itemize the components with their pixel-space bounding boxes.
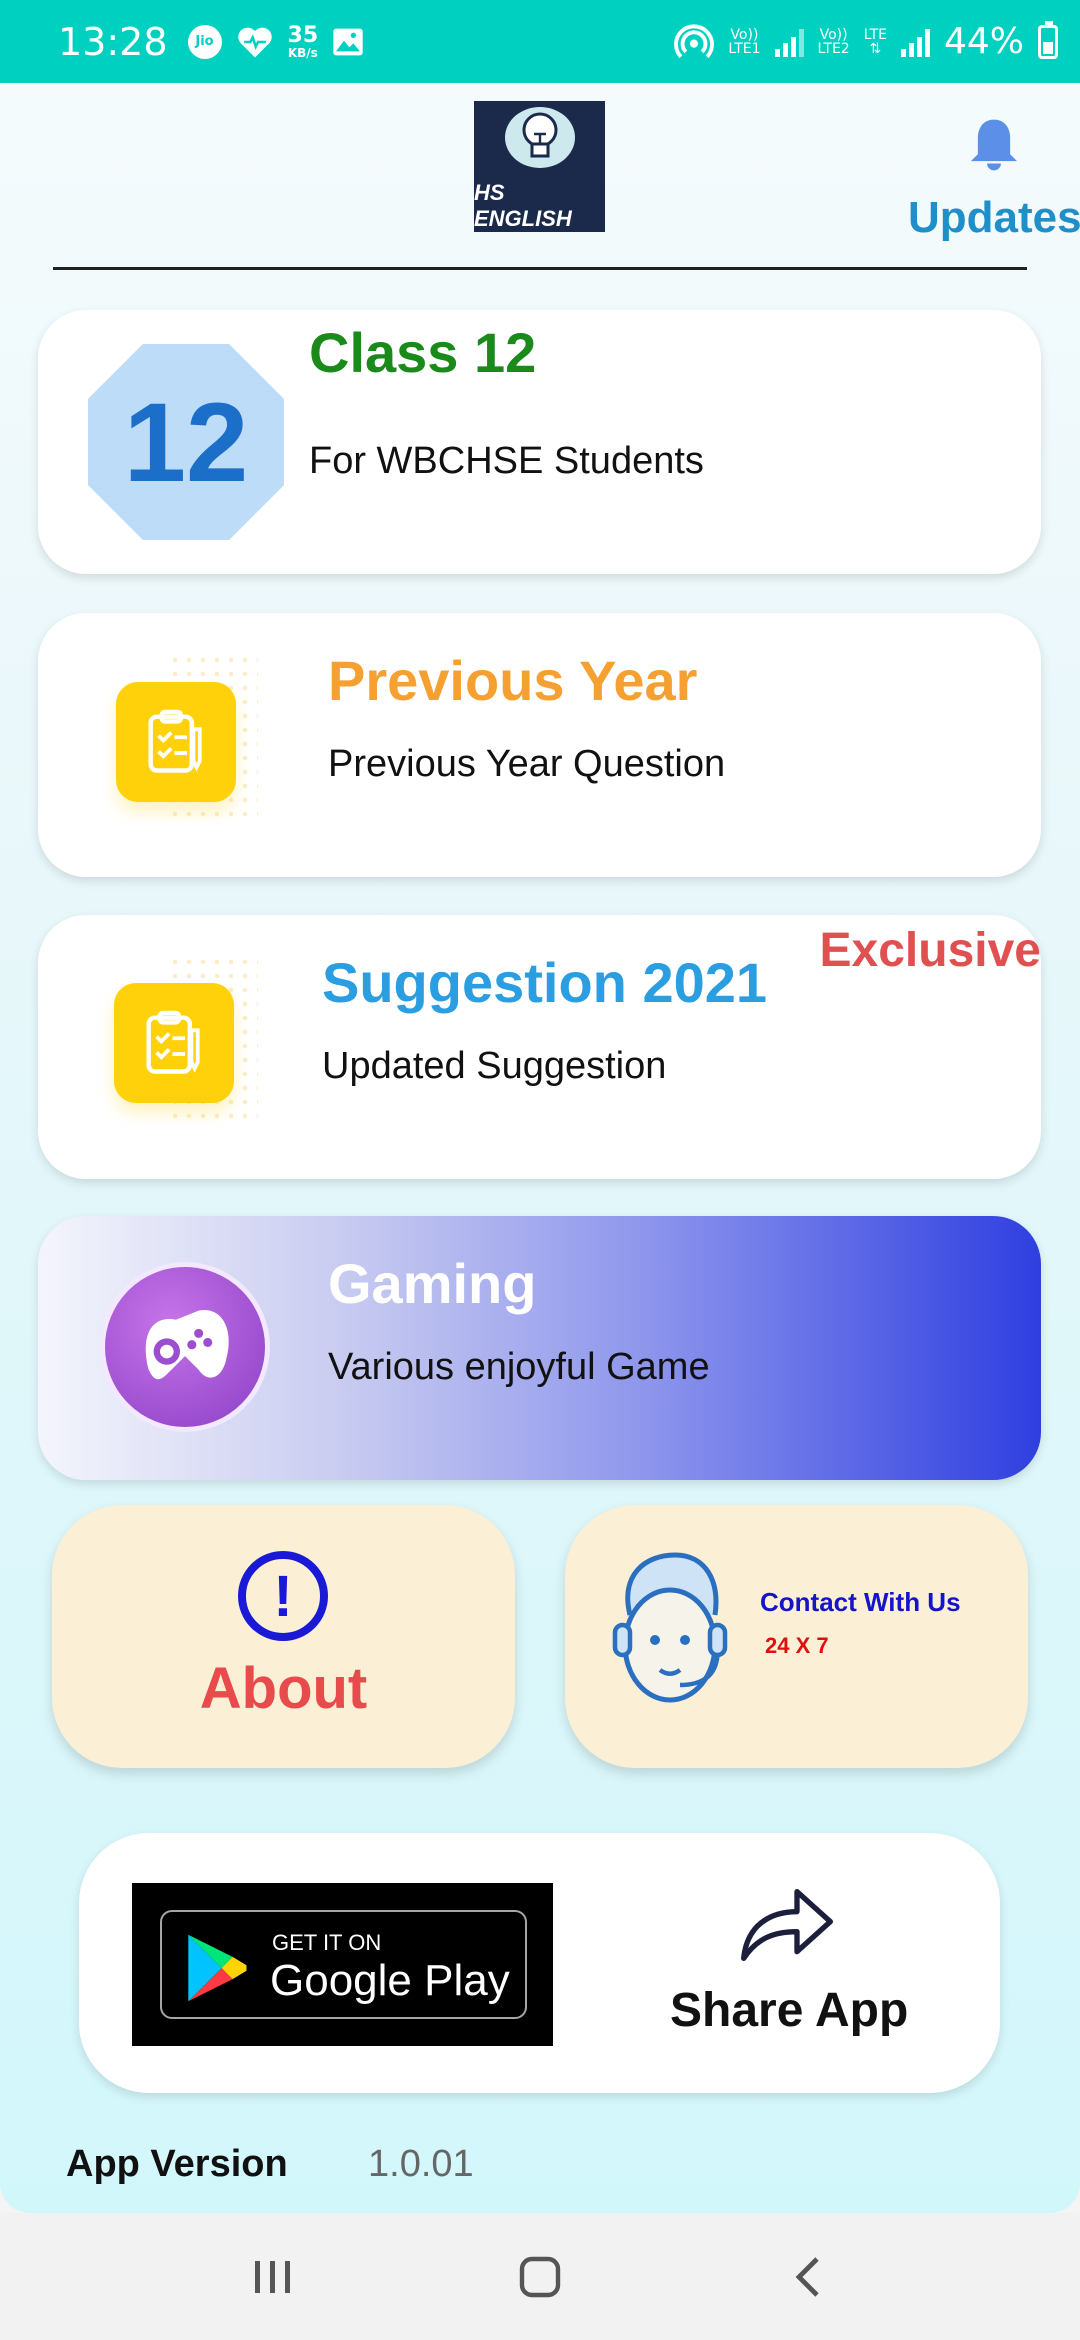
share-card: GET IT ON Google Play Share App: [79, 1833, 1000, 2093]
heart-icon: [236, 25, 274, 59]
sim2-label: Vo)) LTE2: [818, 28, 850, 56]
support-agent-icon: [612, 1552, 728, 1703]
sim1-top: Vo)): [730, 26, 759, 43]
header-divider: [53, 267, 1027, 270]
battery-icon: [1038, 20, 1058, 59]
status-bar: 13:28 Jio 35 KB/s Vo)) LTE1 Vo)) LTE2 LT…: [0, 0, 1080, 83]
app-screen: HS ENGLISH Updates 12 Class 12 For WBCHS…: [0, 83, 1080, 2213]
contact-card[interactable]: Contact With Us 24 X 7: [565, 1505, 1028, 1768]
net-speed: 35 KB/s: [287, 22, 319, 60]
app-version-value: 1.0.01: [368, 2143, 474, 2185]
lightbulb-icon: [504, 107, 575, 168]
gamepad-icon: [100, 1262, 270, 1432]
net-speed-value: 35: [287, 22, 319, 48]
contact-subtitle: 24 X 7: [765, 1633, 829, 1658]
status-time: 13:28: [58, 19, 168, 64]
updates-button[interactable]: Updates: [908, 193, 1080, 243]
data-arrows-icon: ⇅: [869, 40, 882, 57]
clipboard-icon: [114, 983, 234, 1103]
gaming-title: Gaming: [328, 1252, 537, 1315]
class12-title: Class 12: [309, 321, 537, 384]
sim2-bottom: LTE2: [817, 40, 850, 57]
play-badge-frame: GET IT ON Google Play: [160, 1910, 527, 2019]
alert-icon: !: [238, 1551, 328, 1641]
gaming-card[interactable]: Gaming Various enjoyful Game: [38, 1216, 1041, 1480]
image-icon: [332, 27, 364, 57]
sim1-label: Vo)) LTE1: [728, 28, 760, 56]
lte-text: LTE: [863, 26, 887, 43]
app-version-label: App Version: [66, 2143, 288, 2185]
previous-year-title: Previous Year: [328, 649, 698, 712]
sim1-bottom: LTE1: [728, 40, 761, 57]
suggestion-title: Suggestion 2021: [322, 951, 768, 1014]
contact-title: Contact With Us: [760, 1587, 961, 1617]
class12-card[interactable]: 12 Class 12 For WBCHSE Students: [38, 310, 1041, 574]
share-icon[interactable]: [737, 1885, 837, 1965]
previous-year-subtitle: Previous Year Question: [328, 743, 726, 785]
app-logo: HS ENGLISH: [474, 101, 605, 232]
hotspot-icon: [674, 23, 715, 60]
bell-icon[interactable]: [965, 115, 1023, 175]
class12-subtitle: For WBCHSE Students: [309, 440, 704, 482]
previous-year-card[interactable]: Previous Year Previous Year Question: [38, 613, 1041, 877]
suggestion-card[interactable]: Exclusive Suggestion 2021 Updated Sugges…: [38, 915, 1041, 1179]
suggestion-subtitle: Updated Suggestion: [322, 1045, 667, 1087]
clipboard-icon: [116, 682, 236, 802]
gaming-subtitle: Various enjoyful Game: [328, 1346, 710, 1388]
lte-label: LTE ⇅: [864, 28, 887, 56]
recents-icon[interactable]: [233, 2237, 313, 2317]
signal-icon: [774, 27, 804, 57]
jio-icon: Jio: [187, 24, 222, 59]
home-icon[interactable]: [500, 2237, 580, 2317]
exclusive-badge: Exclusive: [819, 924, 1041, 977]
signal-icon: [900, 27, 930, 57]
navigation-bar: [0, 2213, 1080, 2340]
play-get-text: GET IT ON: [272, 1930, 382, 1955]
google-play-badge[interactable]: GET IT ON Google Play: [132, 1883, 553, 2046]
battery-percent: 44%: [943, 21, 1024, 62]
play-store-icon: [188, 1934, 247, 2002]
share-app-button[interactable]: Share App: [670, 1983, 908, 2038]
class12-badge: 12: [88, 344, 284, 540]
sim2-top: Vo)): [819, 26, 848, 43]
about-title: About: [199, 1656, 368, 1721]
net-speed-unit: KB/s: [287, 45, 318, 60]
play-store-text: Google Play: [270, 1956, 510, 2005]
logo-text: HS ENGLISH: [474, 180, 572, 231]
back-icon[interactable]: [767, 2237, 847, 2317]
about-card[interactable]: ! About: [52, 1505, 515, 1768]
